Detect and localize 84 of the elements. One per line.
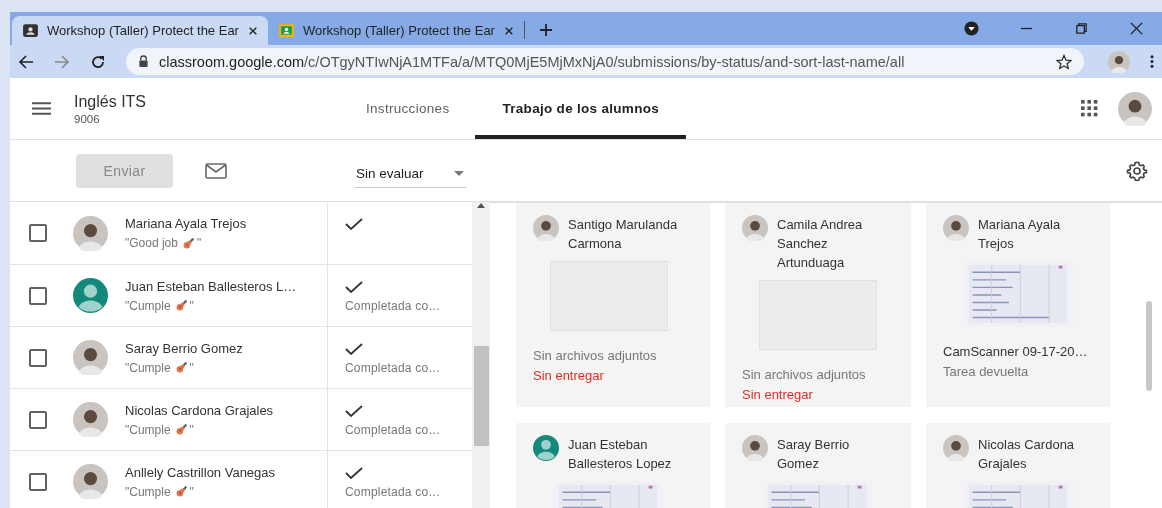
url-text: classroom.google.com/c/OTgyNTIwNjA1MTFa/a/MTQ0MjE5MjMxNjA0/submissions/by-status/and-sort-last-name/all bbox=[159, 53, 905, 70]
course-title[interactable]: Inglés ITS bbox=[74, 92, 340, 111]
browser-tab[interactable]: Workshop (Taller) Protect the Ear bbox=[12, 16, 268, 45]
comment-text: "Cumple bbox=[125, 484, 171, 499]
guitar-icon bbox=[174, 423, 188, 436]
status-text: Sin entregar bbox=[742, 387, 813, 402]
comment-text: " bbox=[196, 236, 202, 250]
submission-card[interactable]: Juan Esteban Ballesteros Lopez bbox=[516, 423, 710, 508]
checkbox[interactable] bbox=[29, 348, 47, 367]
student-name: Mariana Ayala Trejos bbox=[978, 216, 1062, 253]
status-text: Completada co… bbox=[345, 423, 442, 437]
submission-card[interactable]: Nicolas Cardona Grajales bbox=[926, 423, 1110, 508]
check-icon bbox=[345, 218, 363, 230]
scrollbar-thumb[interactable] bbox=[1146, 301, 1152, 391]
checkbox[interactable] bbox=[29, 286, 47, 305]
checkbox[interactable] bbox=[29, 410, 47, 429]
course-section: 9006 bbox=[74, 112, 340, 125]
tab-title: Workshop (Taller) Protect the Ear bbox=[47, 23, 240, 38]
nav-tab[interactable]: Instrucciones bbox=[340, 78, 476, 139]
comment-text: "Cumple bbox=[125, 298, 171, 313]
student-name[interactable]: Mariana Ayala Trejos bbox=[125, 216, 247, 231]
student-name: Juan Esteban Ballesteros Lopez bbox=[568, 436, 673, 473]
submission-card[interactable]: Santigo Marulanda Carmona Sin archivos adjuntos Sin entregar bbox=[516, 203, 710, 407]
check-icon bbox=[345, 467, 363, 479]
student-name: Nicolas Cardona Grajales bbox=[978, 436, 1076, 473]
browser-tab[interactable]: Workshop (Taller) Protect the Ear bbox=[268, 16, 524, 45]
tab-title: Workshop (Taller) Protect the Ear bbox=[303, 23, 496, 38]
settings-icon[interactable] bbox=[1126, 159, 1148, 182]
comment-text: " bbox=[189, 484, 194, 499]
check-icon bbox=[345, 405, 363, 417]
restore-icon[interactable] bbox=[1074, 21, 1089, 36]
lock-icon bbox=[138, 55, 149, 68]
attachment-name: Sin archivos adjuntos bbox=[742, 367, 866, 382]
menu-icon[interactable] bbox=[32, 102, 51, 115]
attachment-name: Sin archivos adjuntos bbox=[533, 348, 657, 363]
comment-text: " bbox=[189, 422, 194, 437]
student-name: Santigo Marulanda Carmona bbox=[568, 216, 679, 253]
comment-text: "Cumple bbox=[125, 360, 171, 375]
comment-text: "Good job bbox=[125, 236, 178, 250]
new-tab-icon[interactable] bbox=[539, 23, 553, 37]
close-icon[interactable] bbox=[504, 25, 514, 36]
check-icon bbox=[345, 343, 363, 355]
comment-text: "Cumple bbox=[125, 422, 171, 437]
reload-icon[interactable] bbox=[90, 53, 106, 70]
status-text: Completada co… bbox=[345, 299, 442, 313]
status-text: Completada co… bbox=[345, 485, 442, 499]
guitar-icon bbox=[174, 485, 188, 498]
star-icon[interactable] bbox=[1056, 53, 1072, 70]
student-name: Camila Andrea Sanchez Artunduaga bbox=[777, 216, 864, 272]
student-name: Saray Berrio Gomez bbox=[777, 436, 851, 473]
scrollbar-thumb[interactable] bbox=[473, 346, 489, 446]
profile-dropdown-icon[interactable] bbox=[964, 21, 979, 36]
email-icon[interactable] bbox=[205, 162, 227, 179]
avatar-icon[interactable] bbox=[1108, 50, 1130, 73]
guitar-icon bbox=[181, 236, 195, 250]
guitar-icon bbox=[174, 361, 188, 374]
status-text: Completada co… bbox=[345, 361, 442, 375]
filter-dropdown[interactable]: Sin evaluar bbox=[354, 159, 466, 188]
close-icon[interactable] bbox=[1129, 21, 1144, 36]
submission-card[interactable]: Saray Berrio Gomez bbox=[725, 423, 911, 508]
apps-grid-icon[interactable] bbox=[1081, 100, 1098, 117]
check-icon bbox=[345, 281, 363, 293]
dropdown-arrow-icon bbox=[454, 170, 464, 176]
more-icon[interactable] bbox=[1150, 54, 1154, 69]
checkbox[interactable] bbox=[29, 224, 47, 242]
address-bar[interactable]: classroom.google.com/c/OTgyNTIwNjA1MTFa/a/MTQ0MjE5MjMxNjA0/submissions/by-status/and-sort-last-name/all bbox=[126, 48, 1084, 75]
student-name[interactable]: Nicolas Cardona Grajales bbox=[125, 402, 274, 418]
submission-card[interactable]: Camila Andrea Sanchez Artunduaga Sin archivos adjuntos Sin entregar bbox=[725, 203, 911, 407]
avatar-icon[interactable] bbox=[1118, 91, 1152, 126]
student-name[interactable]: Juan Esteban Ballesteros L… bbox=[125, 278, 297, 294]
nav-tab[interactable]: Trabajo de los alumnos bbox=[475, 78, 687, 139]
comment-text: " bbox=[189, 360, 194, 375]
back-icon[interactable] bbox=[18, 53, 34, 70]
close-icon[interactable] bbox=[248, 25, 258, 36]
scroll-up-icon[interactable] bbox=[477, 202, 485, 208]
checkbox[interactable] bbox=[29, 472, 47, 491]
student-name[interactable]: Anllely Castrillon Vanegas bbox=[125, 464, 276, 480]
attachment-name[interactable]: CamScanner 09-17-20… bbox=[943, 344, 1088, 359]
student-name[interactable]: Saray Berrio Gomez bbox=[125, 340, 243, 356]
submission-card[interactable]: Mariana Ayala Trejos CamScanner 09-17-20… Tarea devuelta bbox=[926, 203, 1110, 407]
status-text: Tarea devuelta bbox=[943, 364, 1029, 379]
comment-text: " bbox=[189, 298, 194, 313]
guitar-icon bbox=[174, 299, 188, 312]
status-text: Sin entregar bbox=[533, 368, 604, 383]
